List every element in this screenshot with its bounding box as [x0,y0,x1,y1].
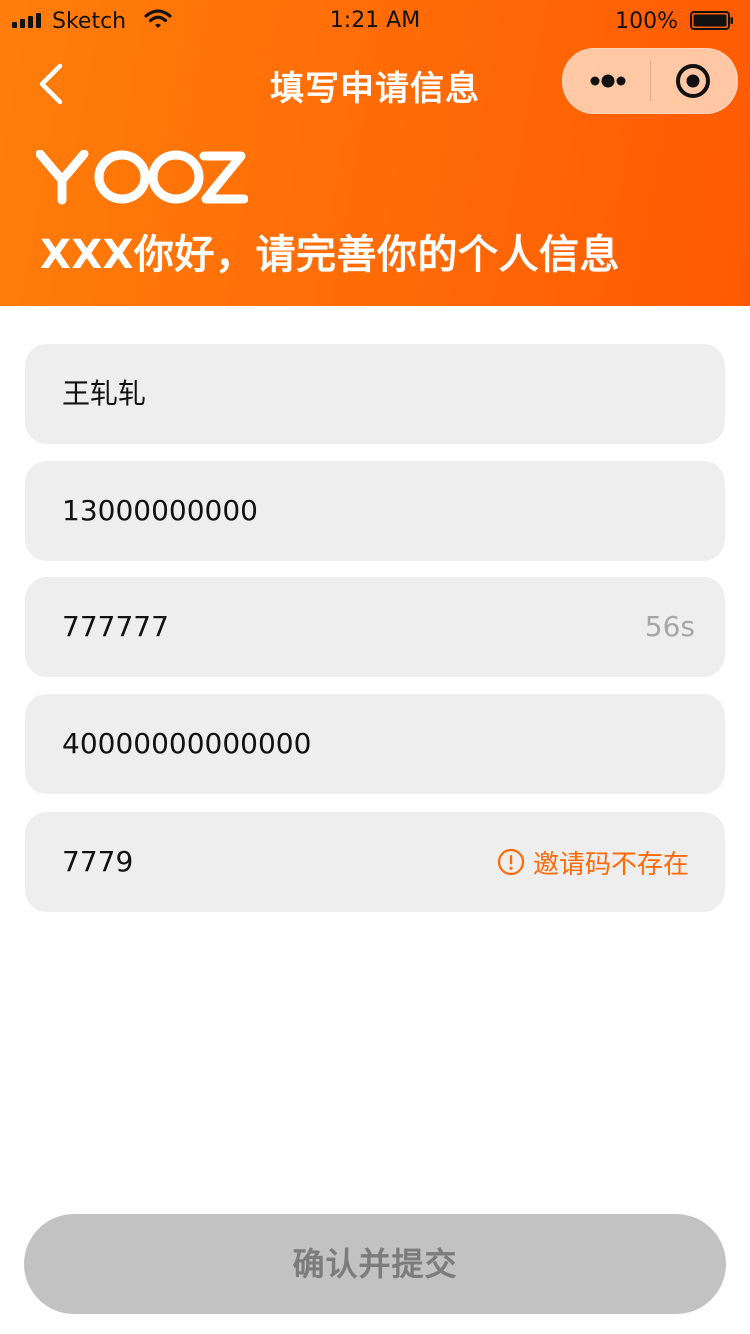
close-target-icon[interactable] [651,49,737,113]
invite-code-field[interactable]: 7779 邀请码不存在 [25,812,725,912]
more-dots-icon[interactable] [563,49,650,113]
submit-button[interactable]: 确认并提交 [24,1214,726,1314]
battery-icon [690,11,733,30]
yooz-logo [36,150,248,205]
id-number-field[interactable]: 40000000000000 [25,694,725,794]
verify-code-field[interactable]: 777777 56s [25,577,725,677]
invite-code-value: 7779 [62,845,134,878]
status-bar: Sketch 1:21 AM 100% [0,0,750,40]
battery-percent: 100% [615,9,678,34]
invite-error-text: 邀请码不存在 [532,849,689,880]
name-field[interactable]: 王轧轧 [25,344,725,444]
header-banner: Sketch 1:21 AM 100% 填写申请信息 XXX你好，请完善你的个人… [0,0,750,306]
verify-code-value: 777777 [62,610,169,643]
resend-countdown: 56s [644,610,695,643]
id-number-value: 40000000000000 [62,727,312,760]
phone-field[interactable]: 13000000000 [25,461,725,561]
alert-circle-icon [497,848,525,876]
greeting-text: XXX你好，请完善你的个人信息 [40,232,621,278]
phone-value: 13000000000 [62,494,258,527]
mini-program-capsule [562,48,738,114]
name-value: 王轧轧 [62,377,147,410]
invite-error: 邀请码不存在 [497,812,689,912]
apply-info-page: Sketch 1:21 AM 100% 填写申请信息 XXX你好，请完善你的个人… [0,0,750,1334]
